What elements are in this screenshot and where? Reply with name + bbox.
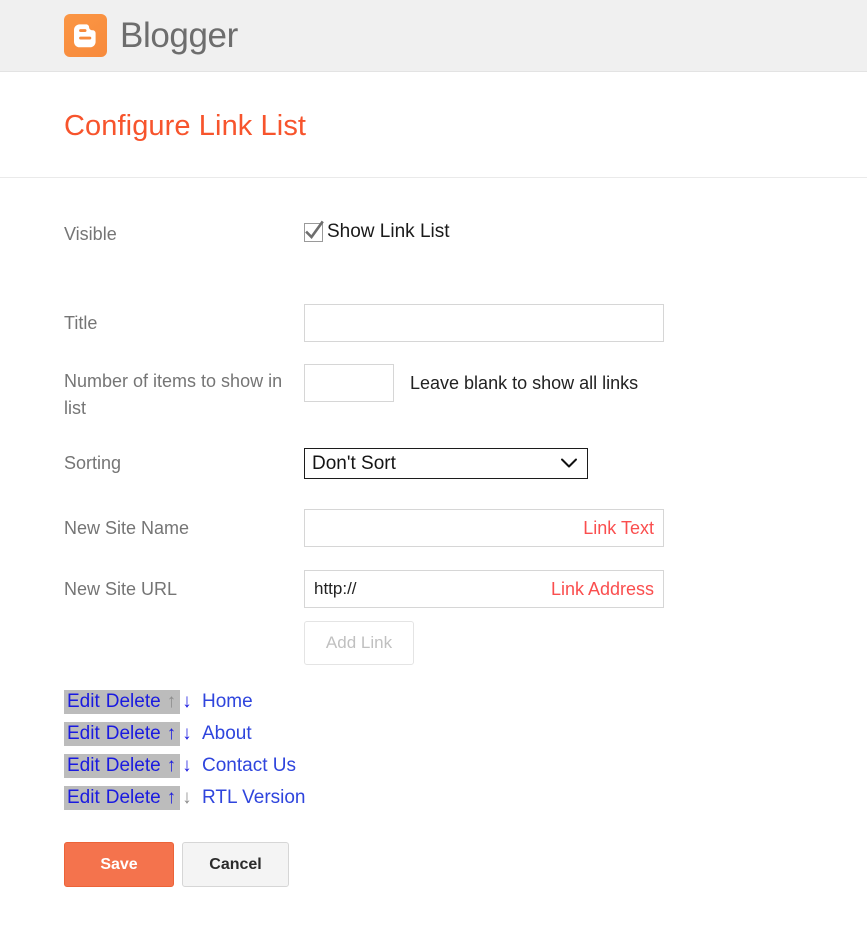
cancel-button[interactable]: Cancel xyxy=(182,842,289,887)
field-add-link: Add Link xyxy=(304,621,867,665)
delete-link[interactable]: Delete xyxy=(106,755,161,777)
label-title: Title xyxy=(64,313,98,333)
link-list-row: Edit Delete ↑ ↓ RTL Version xyxy=(64,782,867,814)
link-name[interactable]: RTL Version xyxy=(202,787,306,809)
link-list-row: Edit Delete ↑ ↓ About xyxy=(64,718,867,750)
new-site-url-input[interactable] xyxy=(304,570,664,608)
field-new-site-url: Link Address xyxy=(304,570,867,608)
row-visible: Visible Show Link List xyxy=(64,220,867,248)
delete-link[interactable]: Delete xyxy=(106,723,161,745)
edit-link[interactable]: Edit xyxy=(67,755,100,777)
label-visible: Visible xyxy=(64,224,117,244)
field-title xyxy=(304,304,867,342)
page-title: Configure Link List xyxy=(64,110,307,142)
link-name[interactable]: Home xyxy=(202,691,253,713)
link-row-actions: Edit Delete ↑ ↓ xyxy=(64,690,192,714)
move-up-arrow-icon[interactable]: ↑ xyxy=(167,723,177,745)
link-row-actions: Edit Delete ↑ ↓ xyxy=(64,786,192,810)
row-number-of-items: Number of items to show in list Leave bl… xyxy=(64,364,867,422)
blogger-brand[interactable]: Blogger xyxy=(64,14,238,57)
show-link-list-toggle[interactable]: Show Link List xyxy=(304,220,867,243)
field-number-of-items: Leave blank to show all links xyxy=(304,364,867,402)
add-link-button[interactable]: Add Link xyxy=(304,621,414,665)
checkmark-icon xyxy=(305,220,324,239)
label-number-of-items: Number of items to show in list xyxy=(64,371,283,418)
move-down-arrow-icon[interactable]: ↓ xyxy=(182,755,192,777)
form-actions: Save Cancel xyxy=(64,842,867,887)
row-add-link: Add Link xyxy=(64,621,867,665)
move-down-arrow-icon: ↓ xyxy=(182,787,192,808)
link-list-row: Edit Delete ↑ ↓ Contact Us xyxy=(64,750,867,782)
label-new-site-url: New Site URL xyxy=(64,579,178,599)
edit-link[interactable]: Edit xyxy=(67,723,100,745)
sorting-selected-value: Don't Sort xyxy=(312,452,396,474)
move-down-arrow-icon[interactable]: ↓ xyxy=(182,723,192,745)
delete-link[interactable]: Delete xyxy=(106,691,161,713)
row-sorting: Sorting Don't Sort xyxy=(64,448,867,479)
edit-link[interactable]: Edit xyxy=(67,691,100,713)
field-sorting: Don't Sort xyxy=(304,448,867,479)
app-header: Blogger xyxy=(0,0,867,72)
move-up-arrow-icon: ↑ xyxy=(166,691,177,712)
link-row-actions: Edit Delete ↑ ↓ xyxy=(64,722,192,746)
chevron-down-icon xyxy=(560,453,578,475)
link-list-row: Edit Delete ↑ ↓ Home xyxy=(64,686,867,718)
blogger-b-icon xyxy=(64,14,107,57)
edit-link[interactable]: Edit xyxy=(67,787,100,809)
link-name[interactable]: About xyxy=(202,723,252,745)
row-title: Title xyxy=(64,304,867,342)
sorting-select[interactable]: Don't Sort xyxy=(304,448,588,479)
move-up-arrow-icon[interactable]: ↑ xyxy=(167,755,177,777)
new-site-name-input[interactable] xyxy=(304,509,664,547)
delete-link[interactable]: Delete xyxy=(106,787,161,809)
page-title-section: Configure Link List xyxy=(0,72,867,178)
show-link-list-label: Show Link List xyxy=(327,221,450,242)
field-new-site-name: Link Text xyxy=(304,509,867,547)
show-link-list-checkbox[interactable] xyxy=(304,220,324,242)
link-row-actions: Edit Delete ↑ ↓ xyxy=(64,754,192,778)
title-input[interactable] xyxy=(304,304,664,342)
configure-link-list-form: Visible Show Link List Title Number of i… xyxy=(0,220,867,887)
row-new-site-url: New Site URL Link Address xyxy=(64,570,867,608)
link-name[interactable]: Contact Us xyxy=(202,755,296,777)
number-of-items-input[interactable] xyxy=(304,364,394,402)
field-visible: Show Link List xyxy=(304,220,867,243)
move-up-arrow-icon[interactable]: ↑ xyxy=(167,787,177,809)
link-list: Edit Delete ↑ ↓ Home Edit Delete ↑ ↓ About Edit Del… xyxy=(64,686,867,814)
label-sorting: Sorting xyxy=(64,453,122,473)
number-of-items-note: Leave blank to show all links xyxy=(410,373,639,393)
move-down-arrow-icon[interactable]: ↓ xyxy=(182,691,192,713)
label-new-site-name: New Site Name xyxy=(64,518,190,538)
row-new-site-name: New Site Name Link Text xyxy=(64,509,867,547)
brand-name: Blogger xyxy=(120,15,238,55)
save-button[interactable]: Save xyxy=(64,842,174,887)
